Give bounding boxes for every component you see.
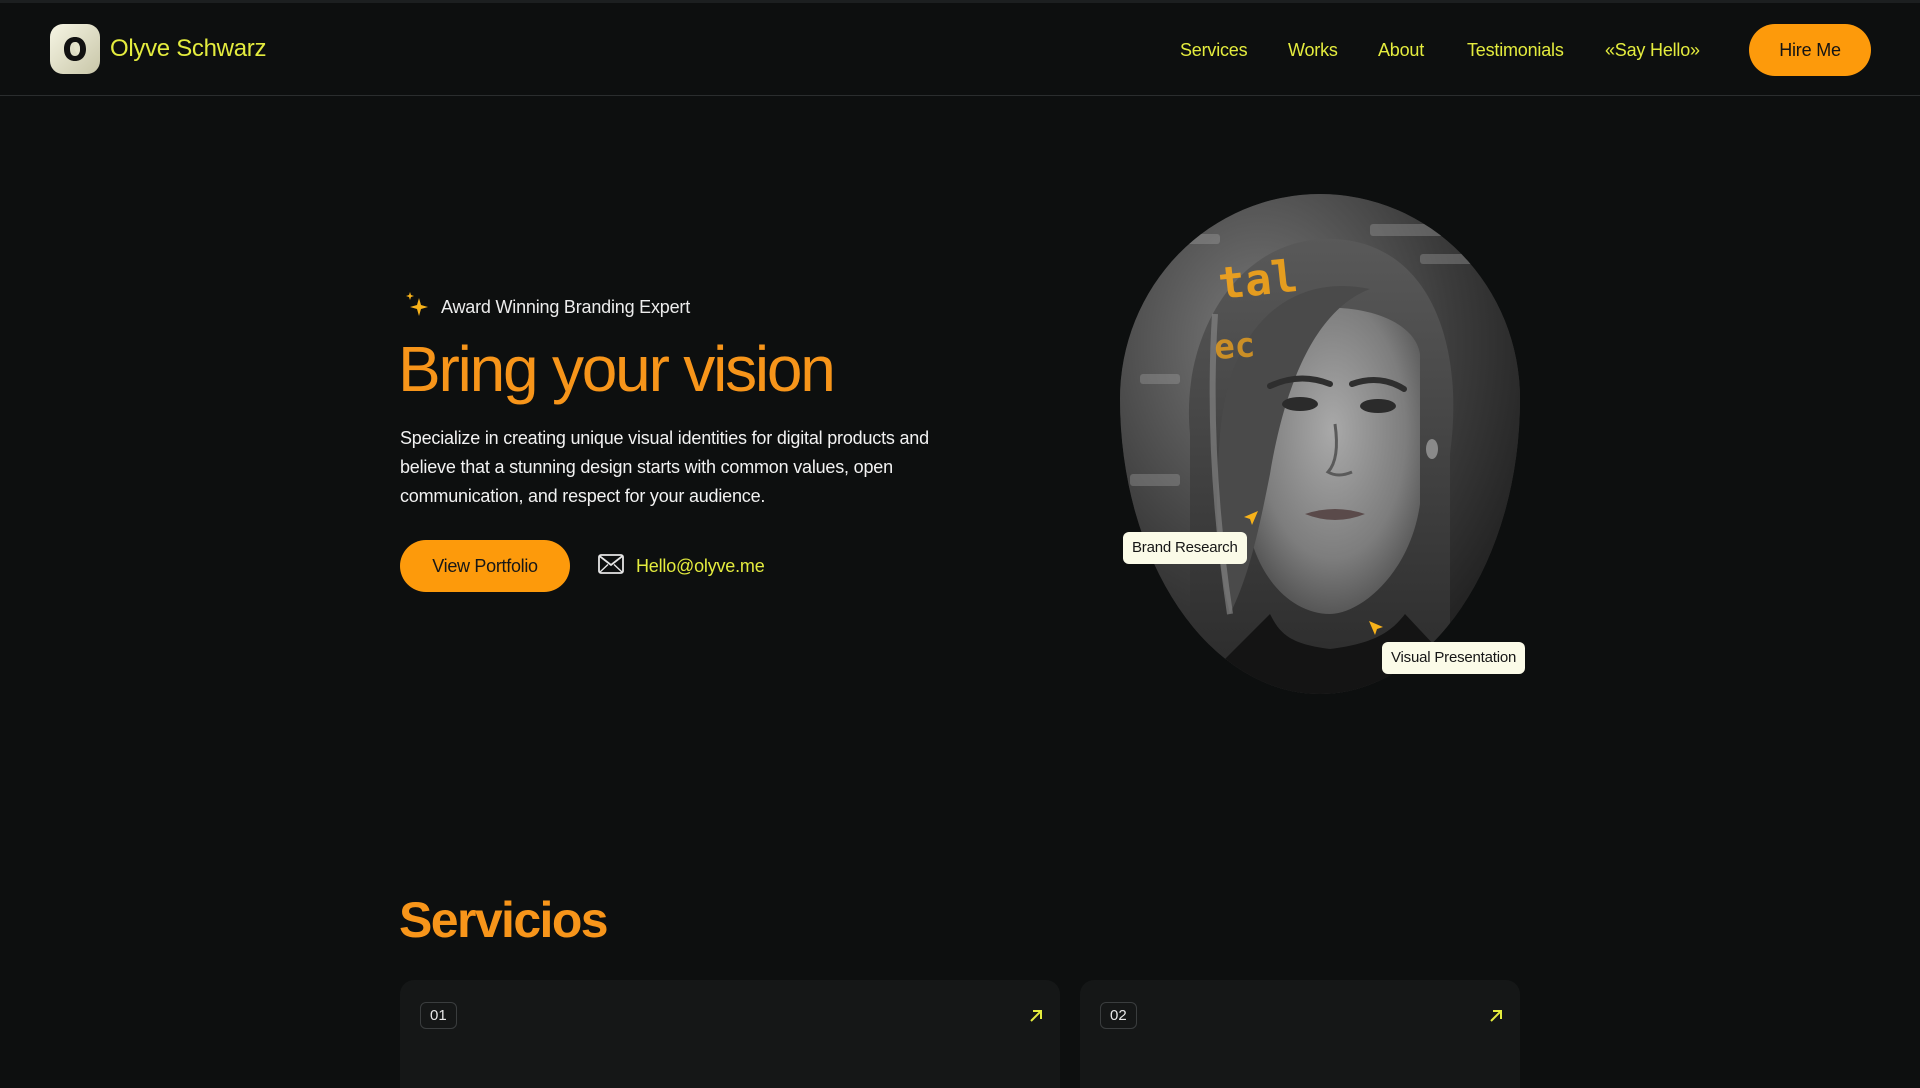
hire-me-button[interactable]: Hire Me xyxy=(1749,24,1871,76)
svg-text:ec: ec xyxy=(1213,325,1257,368)
service-card[interactable]: 01 xyxy=(400,980,1060,1088)
cursor-pointer-icon xyxy=(1243,510,1259,531)
card-number: 02 xyxy=(1100,1002,1137,1029)
page: Olyve Schwarz Services Works About Testi… xyxy=(0,0,1920,1088)
navbar: Olyve Schwarz Services Works About Testi… xyxy=(0,0,1920,96)
badge-text: Award Winning Branding Expert xyxy=(441,297,691,317)
email-address: Hello@olyve.me xyxy=(636,556,765,576)
card-number: 01 xyxy=(420,1002,457,1029)
hero-badge: Award Winning Branding Expert xyxy=(405,292,690,323)
tag-brand-research: Brand Research xyxy=(1123,532,1247,564)
nav-link-works[interactable]: Works xyxy=(1288,38,1338,62)
hero-title: Bring your vision xyxy=(398,333,836,405)
svg-text:tal: tal xyxy=(1216,251,1300,310)
brand-link[interactable]: Olyve Schwarz xyxy=(50,24,266,74)
service-card[interactable]: 02 xyxy=(1080,980,1520,1088)
nav-link-services[interactable]: Services xyxy=(1180,38,1248,62)
tag-visual-presentation: Visual Presentation xyxy=(1382,642,1526,674)
services-title: Servicios xyxy=(399,892,609,948)
main-nav: Services Works About Testimonials «Say H… xyxy=(1140,38,1700,64)
sparkle-icon xyxy=(405,292,429,323)
logo-icon xyxy=(50,24,100,74)
email-link[interactable]: Hello@olyve.me xyxy=(598,554,765,579)
nav-link-say-hello[interactable]: «Say Hello» xyxy=(1605,38,1700,62)
cursor-pointer-icon xyxy=(1368,620,1384,641)
nav-link-testimonials[interactable]: Testimonials xyxy=(1467,38,1564,62)
portrait-image: tal ec xyxy=(1120,194,1520,694)
view-portfolio-button[interactable]: View Portfolio xyxy=(400,540,570,592)
nav-link-about[interactable]: About xyxy=(1378,38,1424,62)
arrow-up-right-icon[interactable] xyxy=(1028,1008,1044,1029)
mail-icon xyxy=(598,554,624,579)
hero-description: Specialize in creating unique visual ide… xyxy=(400,428,929,506)
brand-name: Olyve Schwarz xyxy=(110,35,267,62)
arrow-up-right-icon[interactable] xyxy=(1488,1008,1504,1029)
